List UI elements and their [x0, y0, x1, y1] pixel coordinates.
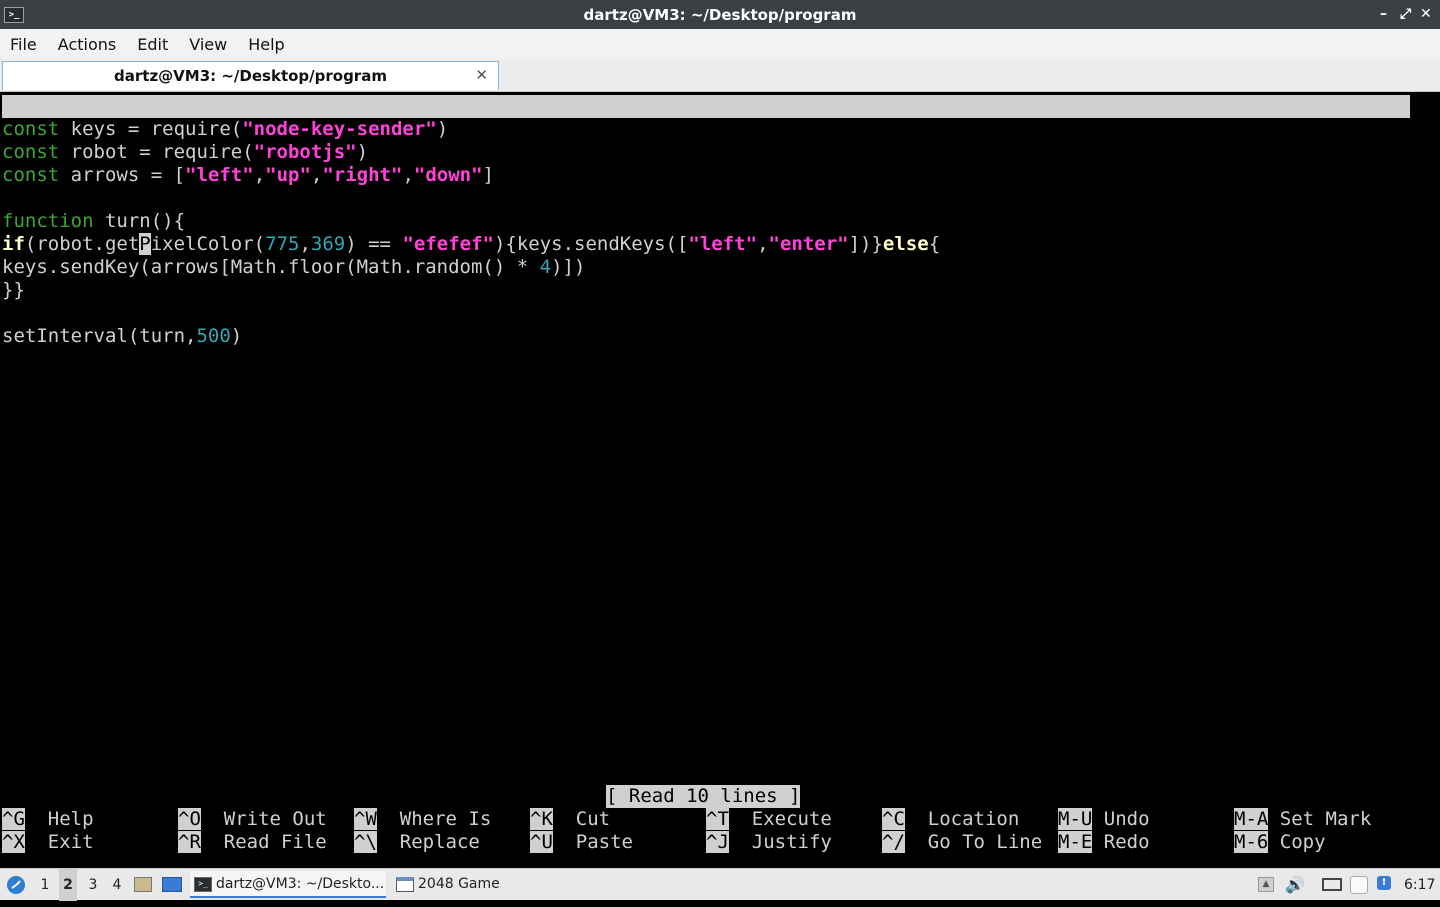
shortcut-item: M-A Set Mark [1234, 808, 1371, 831]
terminal-view[interactable]: GNU nano 6.2 index.js const keys = requi… [2, 95, 1438, 866]
shortcut-label: Help [24, 808, 94, 830]
close-button[interactable]: ✕ [1420, 5, 1432, 23]
window-title: dartz@VM3: ~/Desktop/program [583, 5, 857, 24]
shortcut-label: Location [904, 808, 1020, 830]
shortcut-item: ^W Where Is [354, 808, 491, 831]
shortcut-label: Go To Line [904, 831, 1043, 853]
code-line[interactable]: function turn(){ [2, 210, 185, 233]
menu-help[interactable]: Help [240, 35, 292, 54]
shortcut-key: ^W [354, 808, 377, 830]
shortcut-key: ^U [530, 831, 553, 853]
shortcut-item: ^O Write Out [178, 808, 327, 831]
shortcut-key: M-E [1058, 831, 1093, 853]
tray-up-icon[interactable]: ▲ [1258, 869, 1276, 901]
clipboard-icon[interactable] [1350, 869, 1372, 901]
code-line[interactable]: setInterval(turn,500) [2, 325, 242, 348]
code-line[interactable]: if(robot.getPixelColor(775,369) == "efef… [2, 233, 940, 256]
terminal-icon: >_ [194, 877, 212, 892]
shortcut-label: Write Out [200, 808, 327, 830]
maximize-button[interactable]: ⤢ [1400, 5, 1411, 23]
shortcut-item: M-E Redo [1058, 831, 1150, 854]
shortcut-key: M-6 [1234, 831, 1269, 853]
shortcut-label: Cut [552, 808, 611, 830]
shortcut-key: ^C [882, 808, 905, 830]
task-terminal-label: dartz@VM3: ~/Deskto... [216, 876, 385, 892]
window-icon [396, 877, 414, 892]
shortcut-key: M-U [1058, 808, 1093, 830]
status-message: [ Read 10 lines ] [606, 785, 801, 808]
tab-bar: dartz@VM3: ~/Desktop/program ✕ [0, 59, 1440, 92]
shortcut-item: ^C Location [882, 808, 1019, 831]
shortcut-item: M-6 Copy [1234, 831, 1326, 854]
shortcut-key: ^G [2, 808, 25, 830]
menu-bar: File Actions Edit View Help [0, 29, 1440, 59]
shortcut-key: ^\ [354, 831, 377, 853]
workspace-2[interactable]: 2 [59, 869, 77, 901]
shortcut-key: ^J [706, 831, 729, 853]
shortcut-item: ^R Read File [178, 831, 327, 854]
task-2048-label: 2048 Game [418, 876, 500, 892]
shortcut-label: Undo [1092, 808, 1150, 830]
file-manager-icon[interactable] [134, 869, 154, 901]
shortcut-key: ^K [530, 808, 553, 830]
code-line[interactable]: }} [2, 279, 25, 302]
shortcut-item: ^G Help [2, 808, 94, 831]
start-menu-icon[interactable] [6, 869, 26, 901]
notification-icon[interactable]: ! [1377, 869, 1395, 901]
shortcut-item: ^K Cut [530, 808, 610, 831]
task-terminal[interactable]: >_ dartz@VM3: ~/Deskto... [190, 871, 386, 898]
nano-filename: index.js [684, 141, 776, 163]
shortcut-label: Execute [728, 808, 832, 830]
shortcut-key: ^T [706, 808, 729, 830]
shortcut-key: M-A [1234, 808, 1269, 830]
code-line[interactable]: const keys = require("node-key-sender") [2, 118, 448, 141]
shortcut-item: ^/ Go To Line [882, 831, 1042, 854]
terminal-tab[interactable]: dartz@VM3: ~/Desktop/program ✕ [2, 61, 499, 90]
workspace-3[interactable]: 3 [84, 869, 102, 901]
menu-view[interactable]: View [181, 35, 235, 54]
shortcut-key: ^/ [882, 831, 905, 853]
window-titlebar: >_ dartz@VM3: ~/Desktop/program – ⤢ ✕ [0, 0, 1440, 29]
shortcut-label: Read File [200, 831, 327, 853]
tab-close-icon[interactable]: ✕ [475, 66, 488, 84]
taskbar: 1 2 3 4 >_ dartz@VM3: ~/Deskto... 2048 G… [0, 868, 1440, 901]
menu-edit[interactable]: Edit [129, 35, 176, 54]
shortcut-label: Set Mark [1268, 808, 1372, 830]
workspace-4[interactable]: 4 [108, 869, 126, 901]
shortcut-key: ^X [2, 831, 25, 853]
show-desktop-icon[interactable] [162, 869, 184, 901]
shortcut-item: ^\ Replace [354, 831, 480, 854]
shortcut-label: Copy [1268, 831, 1326, 853]
shortcut-item: ^U Paste [530, 831, 633, 854]
shortcut-item: ^T Execute [706, 808, 832, 831]
menu-file[interactable]: File [2, 35, 45, 54]
shortcut-key: ^R [178, 831, 201, 853]
shortcut-label: Exit [24, 831, 94, 853]
shortcut-item: ^X Exit [2, 831, 94, 854]
code-line[interactable]: const robot = require("robotjs") [2, 141, 368, 164]
volume-icon[interactable]: 🔊 [1285, 869, 1305, 901]
shortcut-label: Replace [376, 831, 480, 853]
tab-label: dartz@VM3: ~/Desktop/program [114, 67, 387, 85]
menu-actions[interactable]: Actions [50, 35, 124, 54]
task-2048-game[interactable]: 2048 Game [392, 871, 512, 898]
text-cursor: P [139, 233, 151, 255]
shortcut-item: ^J Justify [706, 831, 832, 854]
shortcut-label: Paste [552, 831, 633, 853]
clock: 6:17 [1404, 877, 1436, 893]
minimize-button[interactable]: – [1380, 5, 1387, 23]
code-line[interactable]: keys.sendKey(arrows[Math.floor(Math.rand… [2, 256, 585, 279]
code-line[interactable]: const arrows = ["left","up","right","dow… [2, 164, 494, 187]
shortcut-item: M-U Undo [1058, 808, 1150, 831]
shortcut-label: Redo [1092, 831, 1150, 853]
terminal-icon: >_ [4, 7, 24, 23]
workspace-1[interactable]: 1 [36, 869, 54, 901]
shortcut-label: Where Is [376, 808, 492, 830]
shortcut-key: ^O [178, 808, 201, 830]
shortcut-label: Justify [728, 831, 832, 853]
nano-header: GNU nano 6.2 index.js [2, 95, 1410, 163]
network-icon[interactable] [1322, 869, 1344, 901]
